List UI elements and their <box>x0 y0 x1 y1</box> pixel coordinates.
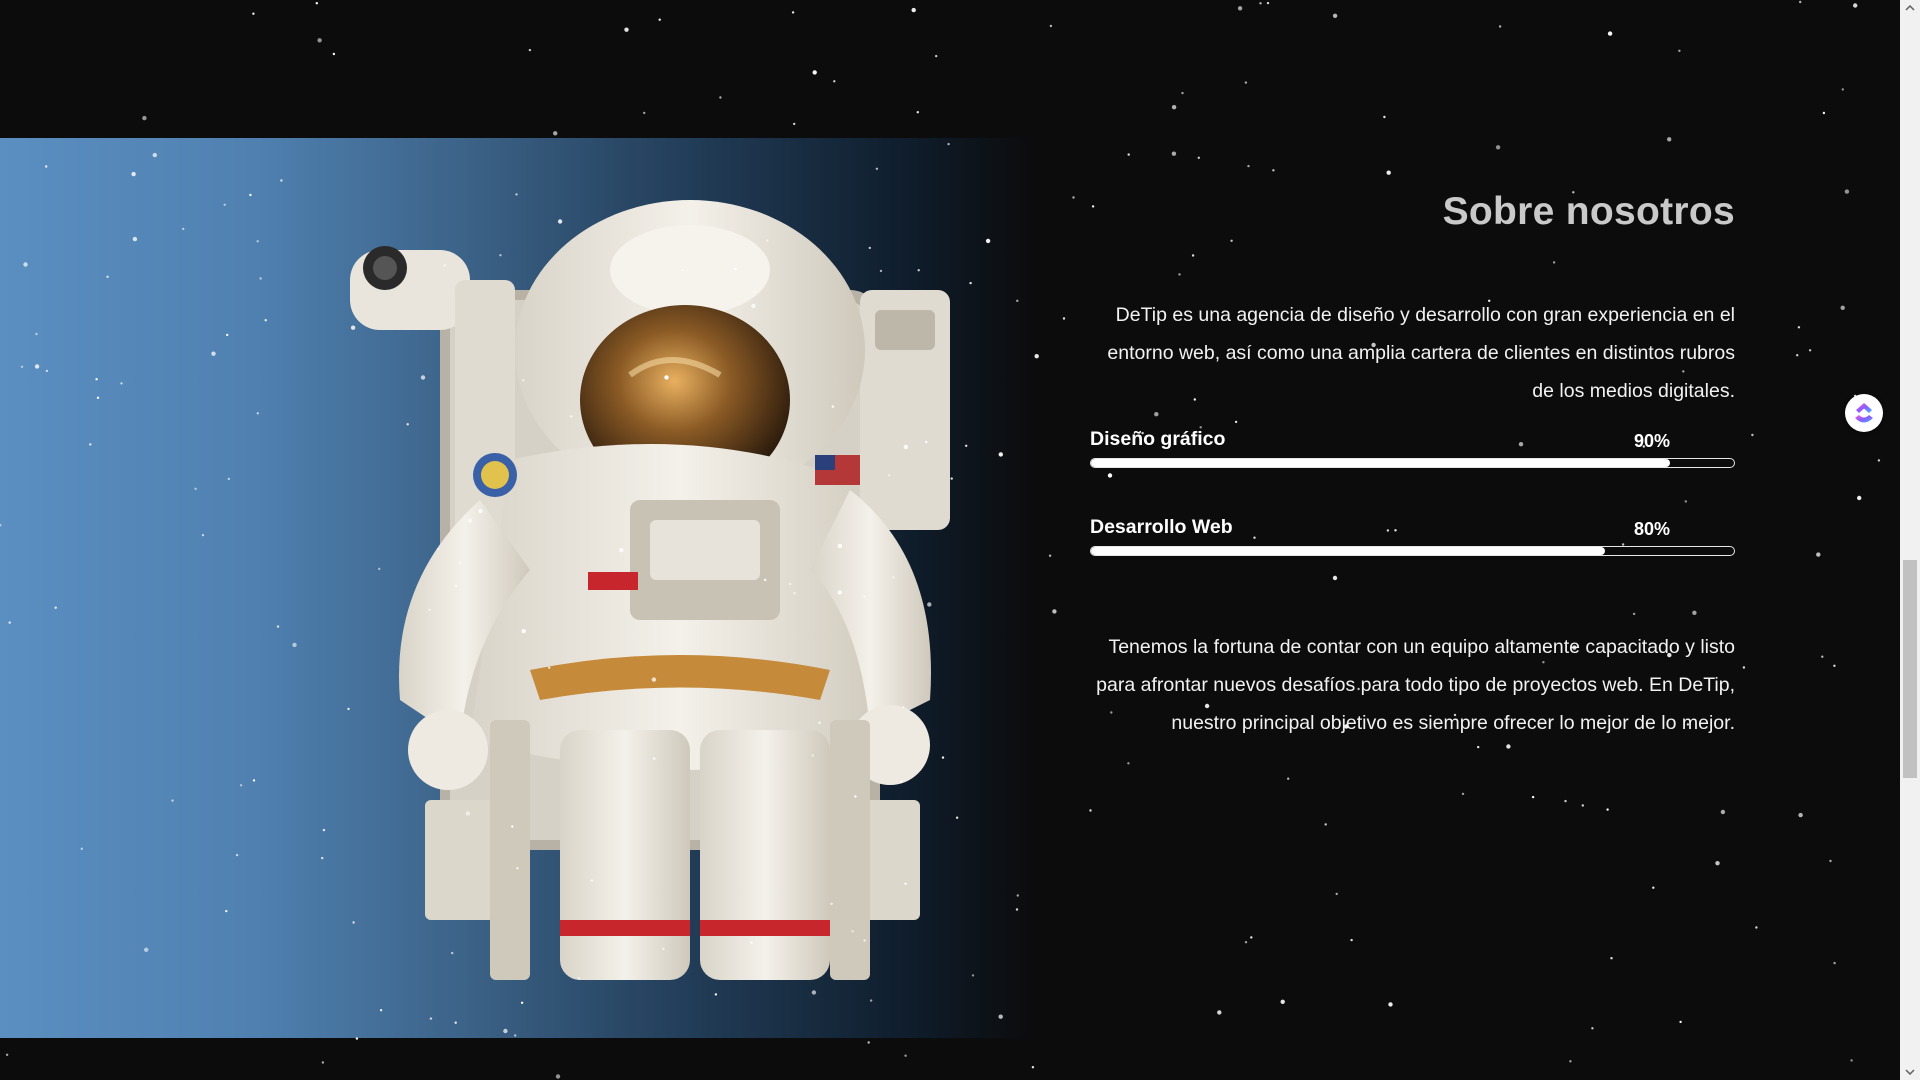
progress-fill <box>1091 547 1606 555</box>
closing-paragraph: Tenemos la fortuna de contar con un equi… <box>1096 636 1735 734</box>
clickup-widget-button[interactable] <box>1845 394 1883 432</box>
section-title: Sobre nosotros <box>1442 190 1735 233</box>
skill-graphic-design: Diseño gráfico 90% <box>1090 428 1735 488</box>
skill-web-development: Desarrollo Web 80% <box>1090 516 1735 576</box>
vertical-scrollbar[interactable] <box>1900 0 1920 1080</box>
scroll-down-arrow-icon[interactable] <box>1900 1064 1920 1080</box>
progress-bar <box>1090 546 1735 556</box>
page: Sobre nosotros DeTip es una agencia de d… <box>0 0 1920 1080</box>
scrollbar-thumb[interactable] <box>1903 560 1917 778</box>
skill-percent: 80% <box>1633 519 1670 539</box>
about-section: Sobre nosotros DeTip es una agencia de d… <box>1090 190 1735 742</box>
progress-fill <box>1091 459 1670 467</box>
astronaut-image <box>350 200 950 980</box>
skill-label: Diseño gráfico <box>1090 428 1226 450</box>
intro-paragraph: DeTip es una agencia de diseño y desarro… <box>1107 304 1735 402</box>
scroll-up-arrow-icon[interactable] <box>1900 0 1920 16</box>
progress-bar <box>1090 458 1735 468</box>
skill-label: Desarrollo Web <box>1090 516 1233 538</box>
clickup-logo-icon <box>1855 403 1873 423</box>
skill-percent: 90% <box>1633 431 1670 451</box>
